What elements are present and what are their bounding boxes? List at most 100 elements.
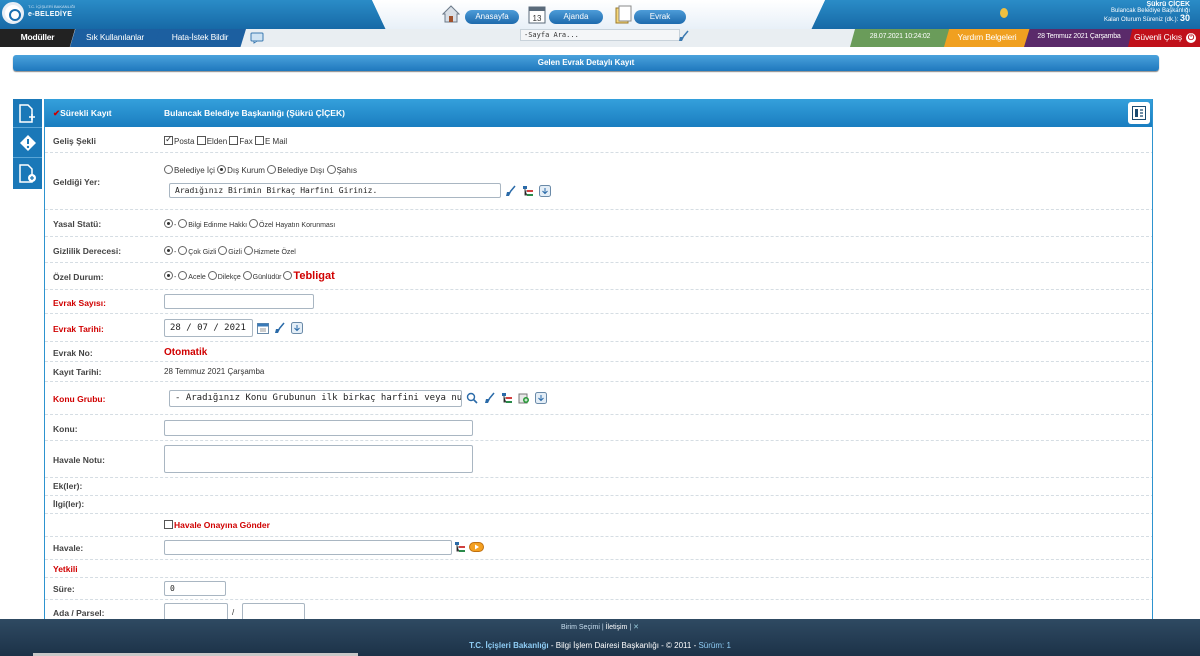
record-date-row: Kayıt Tarihi: 28 Temmuz 2021 Çarşamba: [45, 362, 1152, 382]
external-org-radio[interactable]: [217, 165, 227, 174]
send-approval-checkbox[interactable]: Havale Onayına Gönder: [164, 520, 270, 530]
special-none-option: -: [174, 274, 177, 281]
urgent-radio[interactable]: [178, 271, 188, 280]
source-label: Geldiği Yer:: [53, 177, 101, 187]
daily-radio[interactable]: [242, 271, 252, 280]
nav-home-button[interactable]: Anasayfa: [465, 10, 519, 24]
documents-icon[interactable]: [614, 4, 632, 24]
home-icon[interactable]: [442, 4, 460, 24]
privacy-protection-option: Özel Hayatın Korunması: [259, 222, 336, 229]
favorites-tab[interactable]: Sık Kullanılanlar: [70, 29, 160, 47]
logo-title: e-BELEDİYE: [28, 11, 73, 18]
details-button[interactable]: [1128, 102, 1150, 124]
outside-radio[interactable]: [267, 165, 277, 174]
arrival-method-row: Geliş Şekli Posta Elden Fax E Mail: [45, 127, 1152, 153]
contact-link[interactable]: İletişim: [606, 624, 628, 631]
privacy-protection-radio[interactable]: [249, 219, 258, 228]
info-right-option: Bilgi Edinme Hakkı: [188, 222, 248, 229]
ministry-name: T.C. İçişleri Bakanlığı: [469, 641, 549, 650]
source-row: Geldiği Yer: Belediye İçi Dış Kurum Bele…: [45, 153, 1152, 210]
info-right-radio[interactable]: [178, 219, 188, 228]
add-attachment-button[interactable]: [13, 159, 42, 188]
top-secret-radio[interactable]: [178, 246, 188, 255]
privacy-none-radio[interactable]: [164, 246, 173, 255]
special-status-label: Özel Durum:: [53, 272, 104, 282]
person-option: Şahıs: [336, 166, 358, 175]
help-docs-tab[interactable]: Yardım Belgeleri: [944, 29, 1030, 47]
tree-list-icon[interactable]: [522, 185, 534, 197]
email-checkbox[interactable]: [254, 136, 264, 145]
legal-none-radio[interactable]: [164, 219, 173, 228]
subject-tree-icon[interactable]: [501, 392, 513, 404]
person-radio[interactable]: [326, 165, 336, 174]
unit-search-input[interactable]: Aradığınız Birimin Birkaç Harfini Girini…: [169, 183, 501, 198]
nav-documents-button[interactable]: Evrak: [634, 10, 686, 24]
special-none-radio[interactable]: [164, 271, 173, 280]
official-use-option: Hizmete Özel: [253, 249, 296, 256]
secret-radio[interactable]: [218, 246, 228, 255]
warning-button[interactable]: [13, 129, 42, 158]
subject-download-icon[interactable]: [535, 392, 547, 404]
list-icon: [1132, 106, 1146, 120]
version-text: Sürüm: 1: [698, 641, 731, 650]
page-search-input[interactable]: -Sayfa Ara...: [520, 29, 680, 41]
official-use-radio[interactable]: [243, 246, 253, 255]
chat-icon[interactable]: [250, 32, 264, 44]
new-document-button[interactable]: [13, 99, 42, 128]
attachments-label: Ek(ler):: [53, 481, 83, 491]
subject-group-input[interactable]: - Aradığınız Konu Grubunun ilk birkaç ha…: [169, 390, 462, 407]
post-checkbox[interactable]: [164, 134, 173, 145]
unit-select-link[interactable]: Birim Seçimi: [561, 624, 600, 631]
parcel-label: Ada / Parsel:: [53, 608, 105, 618]
external-org-option: Dış Kurum: [227, 166, 265, 175]
authority-label: Yetkili: [53, 564, 78, 574]
record-date-label: Kayıt Tarihi:: [53, 367, 102, 377]
clear-subject-icon[interactable]: [484, 392, 496, 404]
post-option: Posta: [174, 137, 195, 146]
logo-emblem-icon: [2, 2, 24, 24]
referral-tree-icon[interactable]: [454, 541, 466, 553]
main-nav: Anasayfa 13 Ajanda Evrak: [372, 0, 825, 29]
send-approval-row: Havale Onayına Gönder: [45, 514, 1152, 537]
continuous-record-checkbox[interactable]: ✔Sürekli Kayıt: [53, 108, 112, 119]
hand-checkbox[interactable]: [196, 136, 206, 145]
document-date-input[interactable]: 28 / 07 / 2021: [164, 319, 253, 337]
top-header: T.C. İÇİŞLERİ BAKANLIĞI e-BELEDİYE Anasa…: [0, 0, 1200, 29]
petition-radio[interactable]: [207, 271, 217, 280]
report-error-tab[interactable]: Hata-İstek Bildir: [154, 29, 246, 47]
document-add-icon: [19, 164, 36, 183]
new-document-icon: [19, 104, 35, 123]
legal-status-label: Yasal Statü:: [53, 219, 102, 229]
subject-input[interactable]: [164, 420, 473, 436]
footer-close-icon[interactable]: ✕: [633, 624, 639, 631]
power-icon[interactable]: ⏻: [1186, 33, 1196, 43]
date-display: 28 Temmuz 2021 Çarşamba: [1024, 29, 1134, 47]
internal-radio[interactable]: [164, 165, 173, 174]
clear-icon[interactable]: [505, 185, 517, 197]
document-count-input[interactable]: [164, 294, 314, 309]
calendar-picker-icon[interactable]: [257, 322, 269, 334]
referral-note-textarea[interactable]: [164, 445, 473, 473]
calendar-icon[interactable]: 13: [528, 4, 546, 24]
download-icon[interactable]: [539, 185, 551, 197]
referral-row: Havale:: [45, 537, 1152, 560]
date-download-icon[interactable]: [291, 322, 303, 334]
duration-input[interactable]: 0: [164, 581, 226, 596]
logo-subtitle: T.C. İÇİŞLERİ BAKANLIĞI: [28, 4, 76, 9]
forward-icon[interactable]: [469, 542, 484, 552]
fax-checkbox[interactable]: [229, 136, 239, 145]
notification-radio[interactable]: [283, 271, 293, 280]
urgent-option: Acele: [188, 274, 206, 281]
referral-input[interactable]: [164, 540, 452, 555]
search-icon[interactable]: [466, 392, 478, 404]
referral-label: Havale:: [53, 543, 84, 553]
add-subject-icon[interactable]: [518, 392, 530, 404]
modules-tab[interactable]: Modüller: [0, 29, 75, 47]
top-secret-option: Çok Gizli: [188, 249, 217, 256]
broom-icon[interactable]: [678, 30, 690, 42]
continuous-record-label: Sürekli Kayıt: [60, 108, 112, 118]
clear-date-icon[interactable]: [274, 322, 286, 334]
subject-group-label: Konu Grubu:: [53, 394, 106, 404]
e-belediye-logo[interactable]: T.C. İÇİŞLERİ BAKANLIĞI e-BELEDİYE: [2, 2, 76, 26]
nav-agenda-button[interactable]: Ajanda: [549, 10, 603, 24]
